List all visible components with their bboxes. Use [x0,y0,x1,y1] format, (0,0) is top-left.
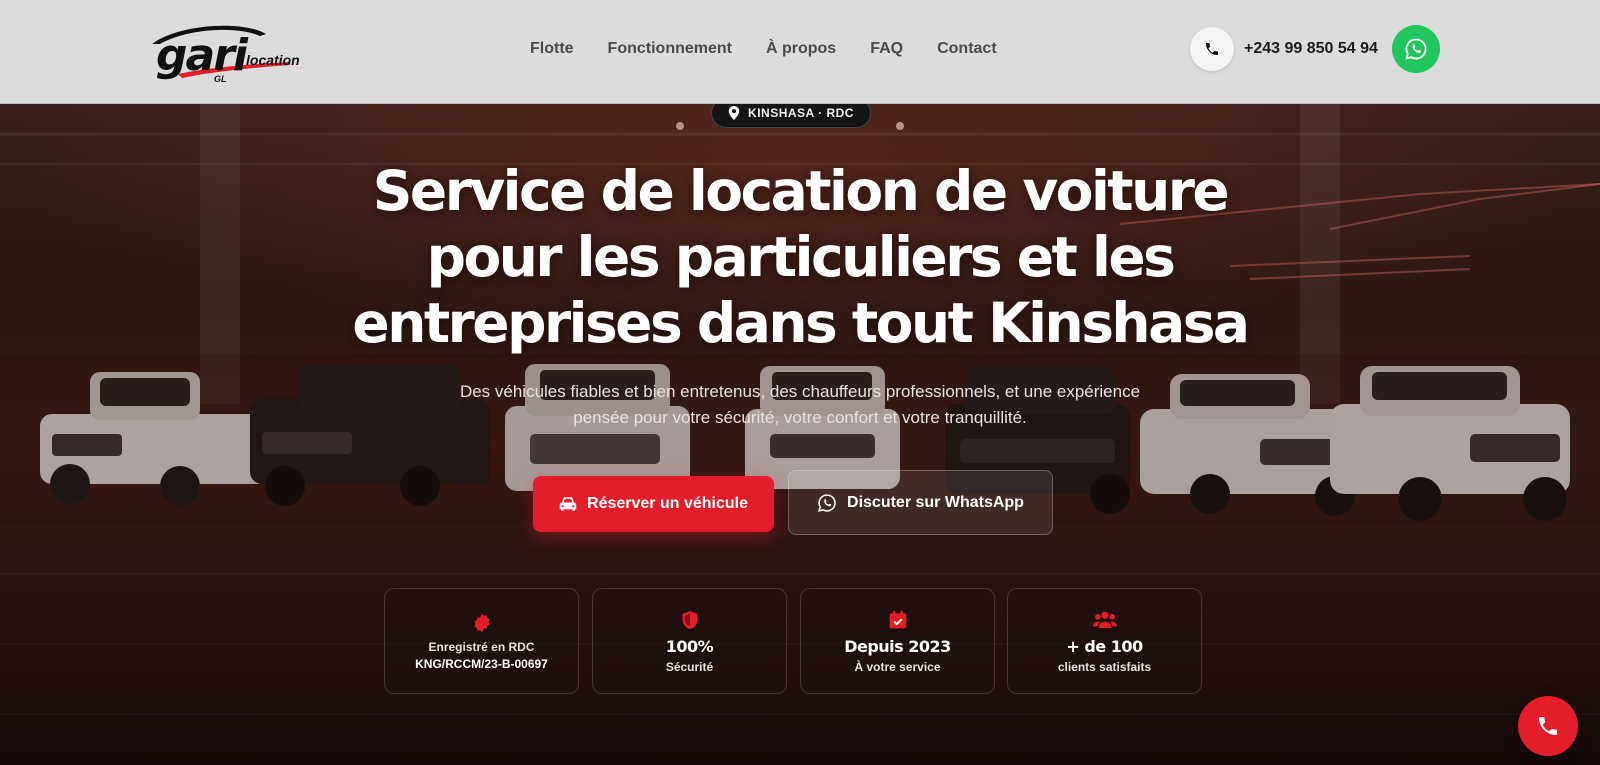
stat-clients-value: + de 100 [1066,636,1143,656]
badge-icon [473,613,490,632]
logo-word: location [246,52,300,68]
logo[interactable]: gari location GL [148,22,300,84]
hero-title: Service de location de voiture pour les … [352,159,1250,355]
phone-number[interactable]: +243 99 850 54 94 [1244,40,1378,58]
phone-icon[interactable] [1190,27,1234,71]
logo-mark: GL [214,74,227,84]
nav-flotte[interactable]: Flotte [530,40,574,58]
calendar-check-icon [889,610,906,628]
whatsapp-icon[interactable] [1392,25,1440,73]
hero-section: KINSHASA · RDC Service de location de vo… [0,104,1600,765]
phone-icon [1539,717,1557,735]
main-nav: Flotte Fonctionnement À propos FAQ Conta… [530,40,1031,58]
logo-brand: gari [156,30,248,81]
nav-a-propos[interactable]: À propos [766,40,836,58]
stat-since: Depuis 2023 À votre service [800,588,995,694]
location-text: KINSHASA · RDC [748,106,854,120]
reserve-vehicle-button[interactable]: Réserver un véhicule [533,476,774,532]
stat-security-value: 100% [665,636,714,656]
reserve-vehicle-label: Réserver un véhicule [587,495,748,512]
location-badge: KINSHASA · RDC [711,104,871,128]
stat-registered-line2: KNG/RCCM/23-B-00697 [415,656,548,671]
call-fab-button[interactable] [1518,696,1578,756]
stat-security-label: Sécurité [665,659,714,674]
stat-registered: Enregistré en RDC KNG/RCCM/23-B-00697 [384,588,579,694]
nav-faq[interactable]: FAQ [870,40,903,58]
stat-clients-label: clients satisfaits [1057,659,1152,674]
stat-security: 100% Sécurité [592,588,787,694]
hero-subtitle: Des véhicules fiables et bien entretenus… [459,382,1141,427]
shield-icon [682,610,697,629]
phone-contact[interactable]: +243 99 850 54 94 [1190,27,1378,71]
whatsapp-icon [818,493,836,512]
stat-clients: + de 100 clients satisfaits [1007,588,1202,694]
site-header: gari location GL Flotte Fonctionnement À… [0,0,1600,104]
stat-registered-line1: Enregistré en RDC [428,639,535,654]
whatsapp-chat-label: Discuter sur WhatsApp [847,493,1024,511]
whatsapp-chat-button[interactable]: Discuter sur WhatsApp [788,470,1053,535]
car-icon [559,497,577,511]
users-icon [1092,611,1117,628]
nav-fonctionnement[interactable]: Fonctionnement [608,40,732,58]
location-pin-icon [728,106,740,120]
stat-since-label: À votre service [854,659,941,674]
stat-since-value: Depuis 2023 [844,636,951,656]
nav-contact[interactable]: Contact [937,40,997,58]
